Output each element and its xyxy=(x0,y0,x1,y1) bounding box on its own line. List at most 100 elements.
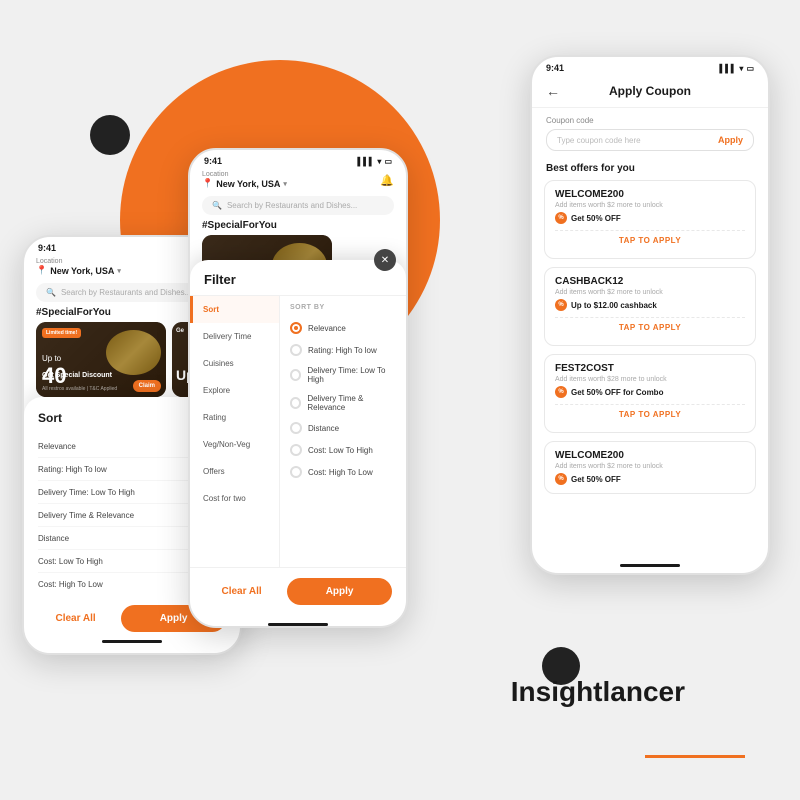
home-indicator-right xyxy=(620,564,680,567)
coupon-desc-1: Add items worth $2 more to unlock xyxy=(555,289,745,296)
coupon-code-0: WELCOME200 xyxy=(555,189,745,200)
coupon-offer-1: % Up to $12.00 cashback xyxy=(555,299,745,311)
offer-icon-0: % xyxy=(555,212,567,224)
tap-apply-btn-1[interactable]: TAP TO APPLY xyxy=(555,317,745,337)
coupon-code-1: CASHBACK12 xyxy=(555,276,745,287)
coupon-card-0: WELCOME200 Add items worth $2 more to un… xyxy=(544,180,756,259)
filter-opt-delivery-low-high[interactable]: Delivery Time: Low To High xyxy=(290,361,396,389)
close-btn-mid[interactable]: ✕ xyxy=(374,249,396,271)
coupon-code-label: Coupon code xyxy=(546,116,754,125)
brand-container: Insightlancer xyxy=(645,751,745,758)
filter-opt-cost-hl[interactable]: Cost: High To Low xyxy=(290,461,396,483)
offer-icon-2: % xyxy=(555,386,567,398)
location-label-left: Location xyxy=(36,258,121,265)
banner-num-left: Up to 40 xyxy=(42,343,66,387)
offer-icon-1: % xyxy=(555,299,567,311)
filter-cat-delivery[interactable]: Delivery Time xyxy=(190,323,279,350)
tap-apply-btn-2[interactable]: TAP TO APPLY xyxy=(555,404,745,424)
location-row-mid: Location 📍 New York, USA ▾ 🔔 xyxy=(202,168,394,192)
coupon-offer-3: % Get 50% OFF xyxy=(555,473,745,485)
status-icons-right: ▌▌▌ ▾ ▭ xyxy=(719,64,754,73)
filter-radio-delivery-lh[interactable] xyxy=(290,369,301,381)
filter-cat-sort[interactable]: Sort xyxy=(190,296,279,323)
brand-name: Insightlancer xyxy=(511,676,685,708)
filter-radio-cost-lh[interactable] xyxy=(290,444,302,456)
pin-icon: 📍 xyxy=(36,265,47,276)
status-bar-right: 9:41 ▌▌▌ ▾ ▭ xyxy=(532,57,768,75)
filter-cat-rating[interactable]: Rating xyxy=(190,404,279,431)
pin-icon-mid: 📍 xyxy=(202,178,213,189)
filter-opt-relevance[interactable]: Relevance xyxy=(290,317,396,339)
status-time-left: 9:41 xyxy=(38,243,56,253)
phone-filter: 9:41 ▌▌▌ ▾ ▭ Location 📍 New York, USA ▾ … xyxy=(188,148,408,628)
status-time-right: 9:41 xyxy=(546,63,564,73)
coupon-offer-0: % Get 50% OFF xyxy=(555,212,745,224)
status-icons-mid: ▌▌▌ ▾ ▭ xyxy=(357,157,392,166)
coupon-card-3: WELCOME200 Add items worth $2 more to un… xyxy=(544,441,756,494)
phone-coupon: 9:41 ▌▌▌ ▾ ▭ ← Apply Coupon Coupon code … xyxy=(530,55,770,575)
coupon-desc-3: Add items worth $2 more to unlock xyxy=(555,463,745,470)
all-rest-left: All restros available | T&C Applied xyxy=(42,386,117,392)
location-label-mid: Location xyxy=(202,171,287,178)
bell-icon-mid[interactable]: 🔔 xyxy=(380,174,394,187)
coupon-input-placeholder: Type coupon code here xyxy=(557,136,712,145)
filter-cat-explore[interactable]: Explore xyxy=(190,377,279,404)
signal-icon-mid: ▌▌▌ xyxy=(357,157,374,166)
clear-all-btn-left[interactable]: Clear All xyxy=(38,605,113,632)
filter-cat-cuisines[interactable]: Cuisines xyxy=(190,350,279,377)
filter-opt-rating[interactable]: Rating: High To low xyxy=(290,339,396,361)
clear-all-btn-mid[interactable]: Clear All xyxy=(204,578,279,605)
wifi-icon-right: ▾ xyxy=(739,64,743,73)
filter-body: Sort Delivery Time Cuisines Explore Rati… xyxy=(190,296,406,567)
filter-opt-distance[interactable]: Distance xyxy=(290,417,396,439)
back-arrow-btn[interactable]: ← xyxy=(546,83,560,99)
search-icon-left: 🔍 xyxy=(46,288,56,297)
battery-icon-right: ▭ xyxy=(746,64,754,73)
filter-modal-title: Filter xyxy=(190,260,406,296)
filter-cat-vegnonveg[interactable]: Veg/Non-Veg xyxy=(190,431,279,458)
filter-radio-rating[interactable] xyxy=(290,344,302,356)
filter-modal: ✕ Filter Sort Delivery Time Cuisines Exp… xyxy=(190,260,406,626)
filter-radio-cost-hl[interactable] xyxy=(290,466,302,478)
best-offers-title: Best offers for you xyxy=(532,159,768,180)
coupon-card-2: FEST2COST Add items worth $28 more to un… xyxy=(544,354,756,433)
coupon-input-row[interactable]: Type coupon code here Apply xyxy=(546,129,754,151)
apply-btn-mid[interactable]: Apply xyxy=(287,578,392,605)
chevron-icon-mid: ▾ xyxy=(283,180,287,188)
location-value-mid: 📍 New York, USA ▾ xyxy=(202,178,287,189)
coupon-offer-2: % Get 50% OFF for Combo xyxy=(555,386,745,398)
status-time-mid: 9:41 xyxy=(204,156,222,166)
coupon-card-1: CASHBACK12 Add items worth $2 more to un… xyxy=(544,267,756,346)
filter-opt-delivery-relevance[interactable]: Delivery Time & Relevance xyxy=(290,389,396,417)
coupon-input-section: Coupon code Type coupon code here Apply xyxy=(532,108,768,159)
filter-radio-delivery-rel[interactable] xyxy=(290,397,301,409)
wifi-icon-mid: ▾ xyxy=(377,157,381,166)
chevron-icon: ▾ xyxy=(117,267,121,275)
status-bar-mid: 9:41 ▌▌▌ ▾ ▭ xyxy=(190,150,406,168)
tap-apply-btn-0[interactable]: TAP TO APPLY xyxy=(555,230,745,250)
filter-radio-distance[interactable] xyxy=(290,422,302,434)
claim-btn-left[interactable]: Claim xyxy=(133,380,161,392)
section-title-mid: #SpecialForYou xyxy=(202,220,394,231)
filter-footer: Clear All Apply xyxy=(190,567,406,615)
coupon-screen-header: ← Apply Coupon xyxy=(532,75,768,108)
filter-opt-cost-lh[interactable]: Cost: Low To High xyxy=(290,439,396,461)
filter-cat-offers[interactable]: Offers xyxy=(190,458,279,485)
search-bar-mid[interactable]: 🔍 Search by Restaurants and Dishes... xyxy=(202,196,394,215)
filter-cat-cost[interactable]: Cost for two xyxy=(190,485,279,512)
brand-underline xyxy=(645,755,745,758)
bg-dot-top xyxy=(90,115,130,155)
banner-badge-left: Limited time! xyxy=(42,328,81,338)
home-indicator-left xyxy=(102,640,162,643)
home-indicator-mid xyxy=(268,623,328,626)
filter-options-panel: SORT BY Relevance Rating: High To low De… xyxy=(280,296,406,567)
banner-card-left: Limited time! Get Special Discount Up to… xyxy=(36,322,166,397)
food-image-left xyxy=(106,330,161,375)
filter-category-list: Sort Delivery Time Cuisines Explore Rati… xyxy=(190,296,280,567)
coupon-screen-title: Apply Coupon xyxy=(568,84,732,98)
search-icon-mid: 🔍 xyxy=(212,201,222,210)
battery-icon-mid: ▭ xyxy=(384,157,392,166)
coupon-inline-apply[interactable]: Apply xyxy=(718,135,743,145)
coupon-desc-0: Add items worth $2 more to unlock xyxy=(555,202,745,209)
filter-radio-relevance[interactable] xyxy=(290,322,302,334)
